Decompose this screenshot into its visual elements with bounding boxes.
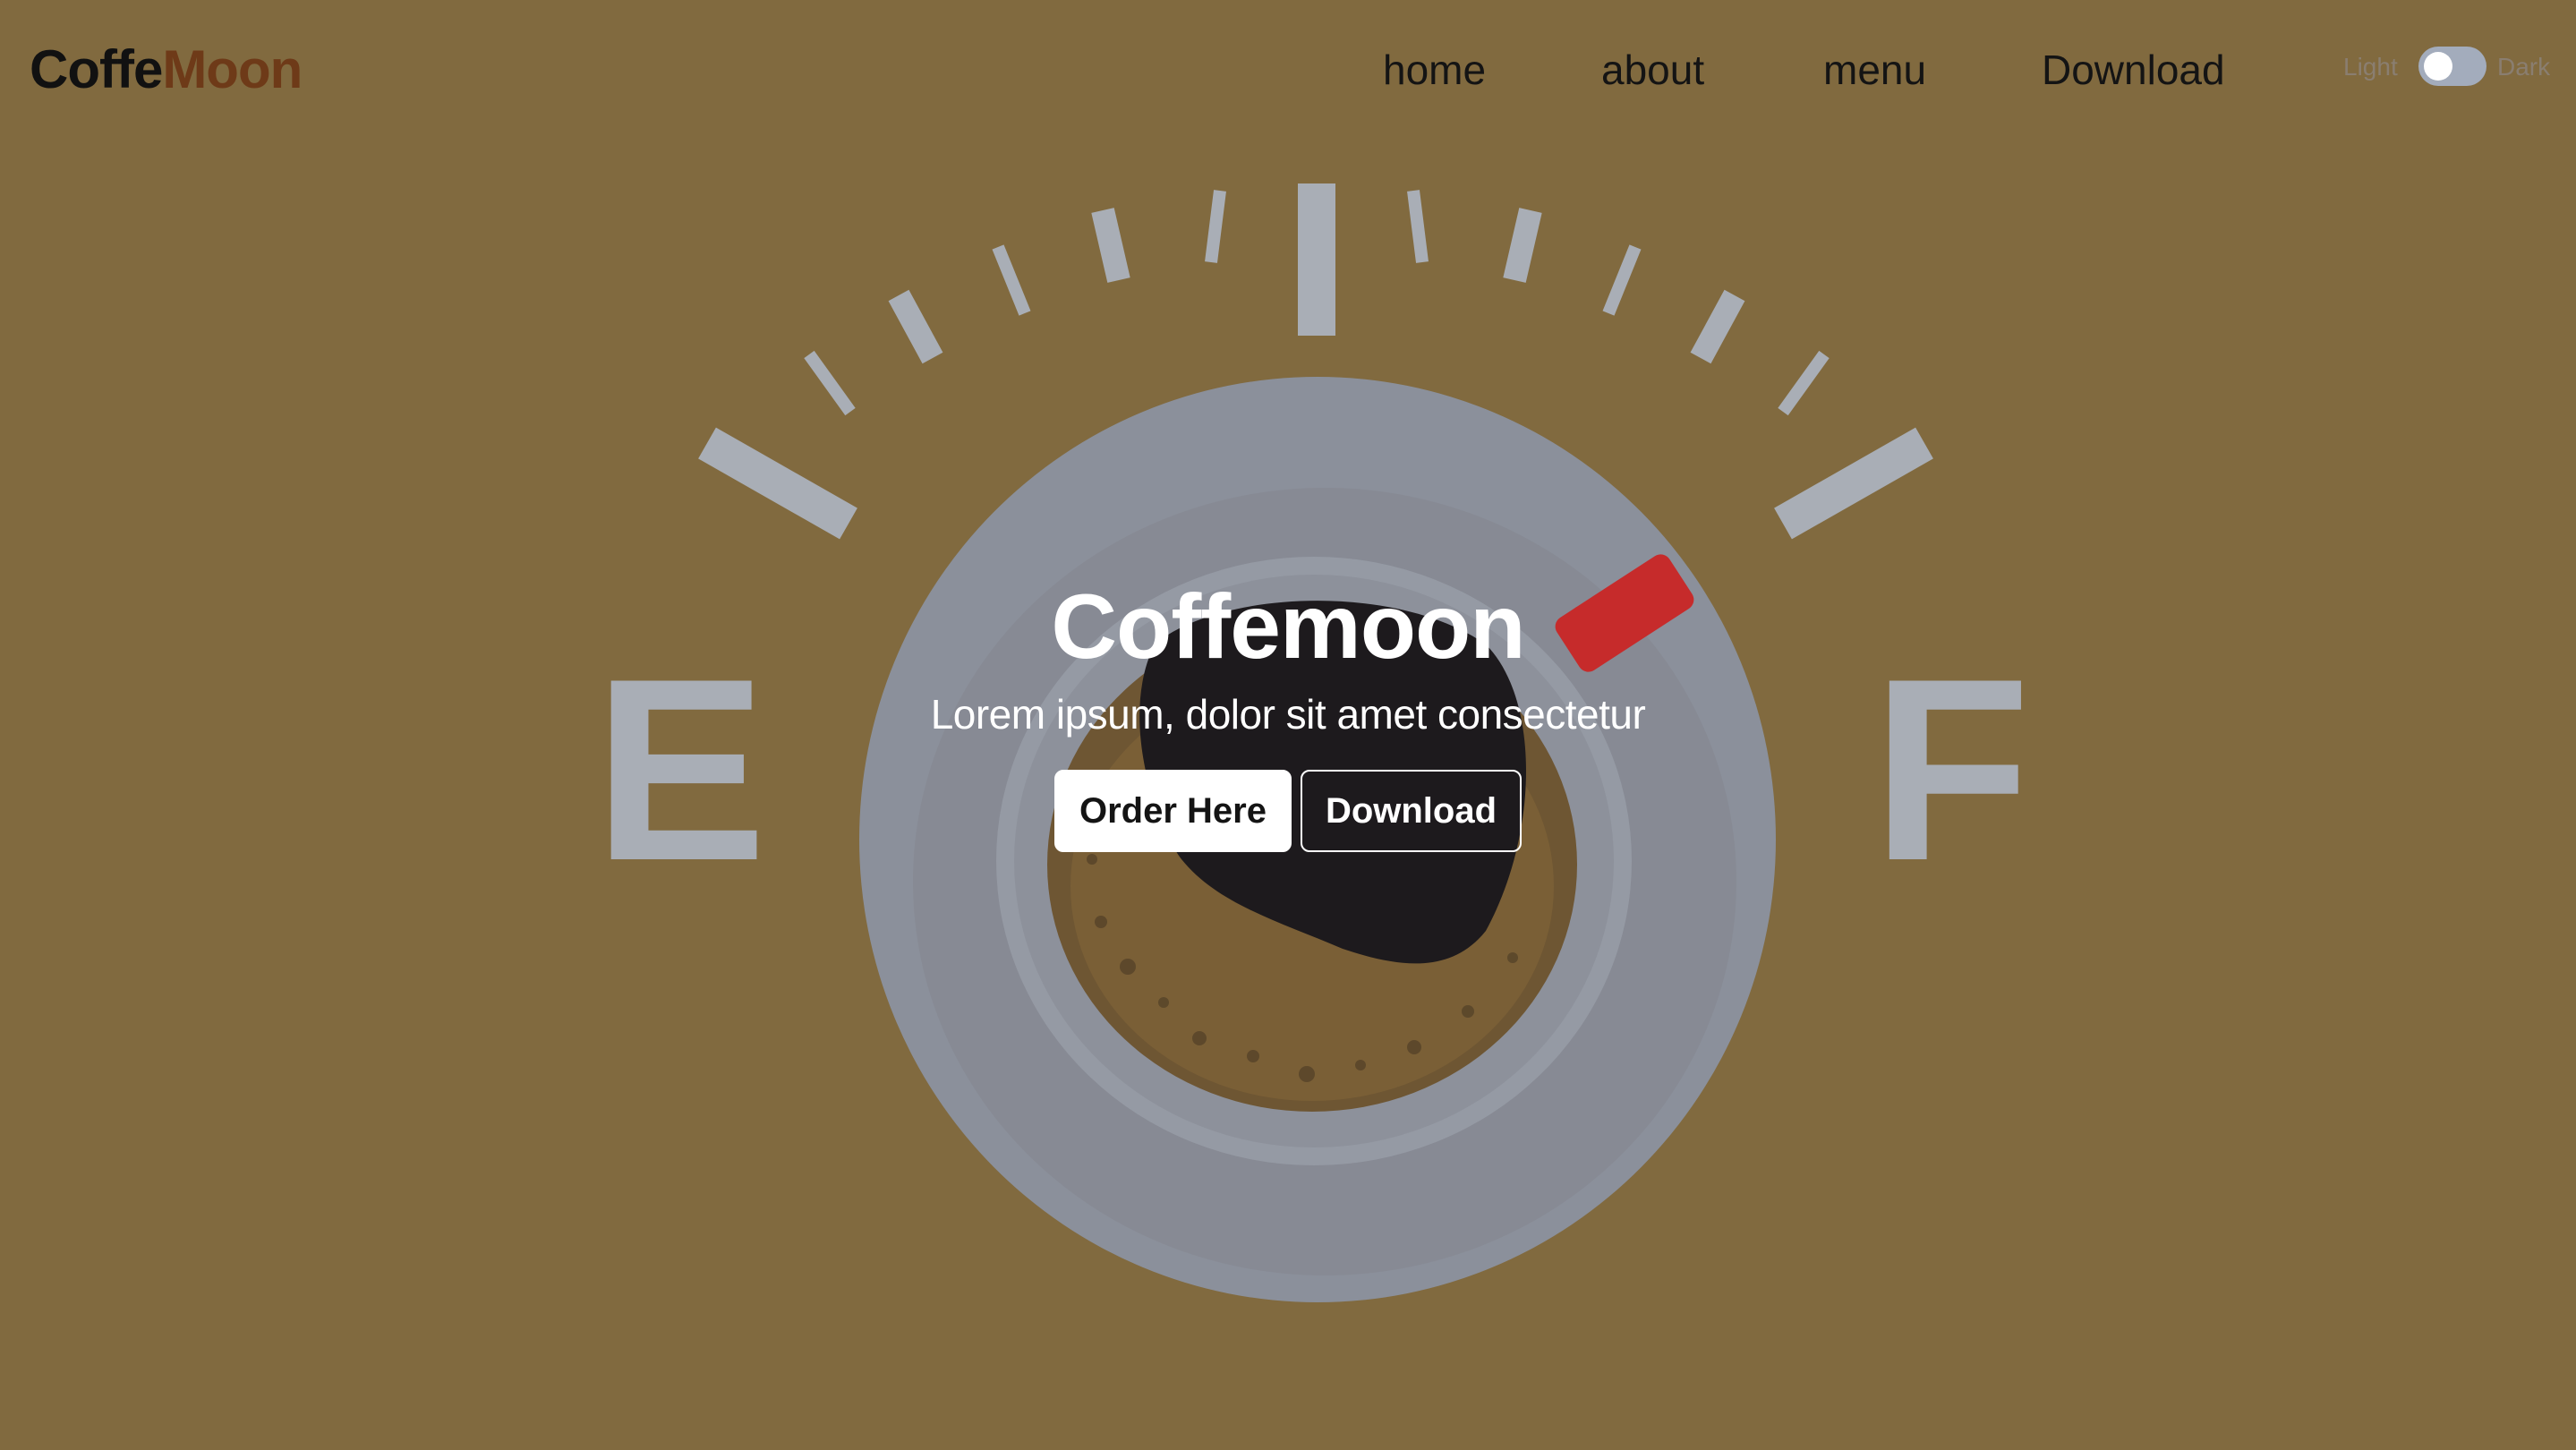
order-here-button[interactable]: Order Here (1053, 770, 1292, 852)
toggle-knob (2424, 52, 2452, 81)
logo[interactable]: CoffeMoon (30, 38, 303, 102)
nav-link-download[interactable]: Download (2042, 43, 2225, 97)
theme-toggle[interactable] (2418, 47, 2486, 86)
logo-text-accent: Moon (162, 39, 303, 99)
theme-light-label: Light (2343, 53, 2398, 81)
hero-subtitle: Lorem ipsum, dolor sit amet consectetur (930, 691, 1646, 738)
hero-section: Coffemoon Lorem ipsum, dolor sit amet co… (0, 573, 2576, 852)
logo-text-primary: Coffe (30, 39, 163, 99)
hero-title: Coffemoon (1051, 576, 1525, 678)
nav-link-about[interactable]: about (1601, 43, 1704, 97)
nav-link-home[interactable]: home (1383, 43, 1486, 97)
theme-switch: Light Dark (2336, 47, 2551, 88)
theme-dark-label: Dark (2497, 53, 2551, 81)
nav-link-menu[interactable]: menu (1823, 43, 1926, 97)
navbar: CoffeMoon home about menu Download Light… (0, 0, 2576, 143)
hero-buttons: Order Here Download (0, 770, 2576, 852)
download-button[interactable]: Download (1300, 770, 1523, 852)
nav-links: home about menu Download (1343, 0, 2238, 143)
